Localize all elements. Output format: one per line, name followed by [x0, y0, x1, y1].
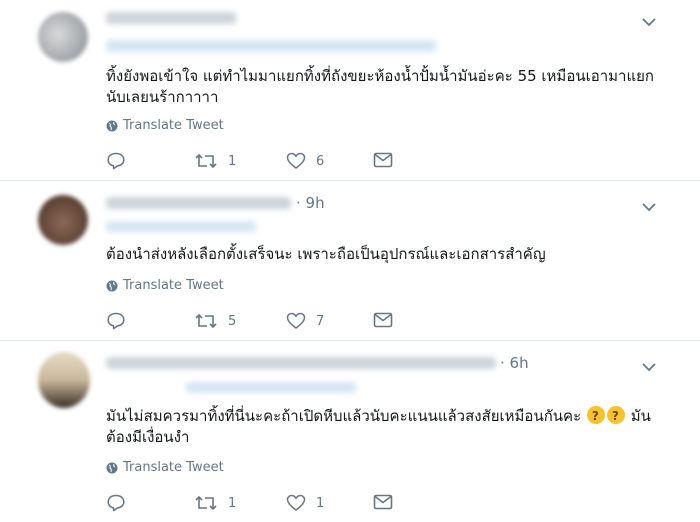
retweet-count: 5 — [228, 313, 237, 329]
blurred-reply-to — [186, 382, 356, 393]
tweet[interactable]: · 9h ต้องนำส่งหลังเลือกตั้งเสร็จนะ เพราะ… — [0, 180, 700, 341]
tweet-text-part-a: มันไม่สมควรมาทิ้งที่นี่นะคะถ้าเปิดหีบแล้… — [106, 407, 582, 425]
thinking-face-icon — [586, 406, 605, 427]
like-button[interactable]: 7 — [286, 311, 324, 331]
reply-button[interactable] — [106, 311, 136, 331]
reply-button[interactable] — [106, 493, 136, 513]
tweet-text: ทิ้งยังพอเข้าใจ แต่ทำไมมาแยกทิ้งที่ถังขย… — [106, 67, 654, 106]
like-count: 6 — [316, 153, 325, 169]
tweet-time[interactable]: · 9h — [296, 194, 325, 212]
retweet-count: 1 — [228, 495, 237, 511]
chevron-down-icon[interactable] — [640, 13, 658, 31]
reply-icon — [107, 494, 125, 512]
heart-icon — [286, 152, 306, 169]
translate-label: Translate Tweet — [123, 460, 224, 475]
like-button[interactable]: 1 — [286, 493, 324, 513]
envelope-icon — [373, 152, 393, 168]
like-button[interactable]: 6 — [286, 151, 324, 171]
blurred-reply-to — [106, 221, 256, 232]
envelope-icon — [373, 312, 393, 328]
tweet-actions: 1 1 — [106, 493, 406, 515]
translate-tweet-link[interactable]: Translate Tweet — [106, 278, 224, 293]
chevron-down-icon[interactable] — [640, 198, 658, 216]
retweet-button[interactable]: 5 — [194, 311, 236, 331]
like-count: 7 — [316, 313, 325, 329]
translate-tweet-link[interactable]: Translate Tweet — [106, 118, 224, 133]
direct-message-button[interactable] — [373, 311, 393, 329]
globe-icon — [106, 120, 118, 131]
globe-icon — [106, 462, 118, 473]
tweet-time[interactable]: · 6h — [500, 354, 529, 372]
avatar[interactable] — [38, 195, 88, 245]
retweet-button[interactable]: 1 — [194, 493, 236, 513]
tweet-text: มันไม่สมควรมาทิ้งที่นี่นะคะถ้าเปิดหีบแล้… — [106, 406, 660, 448]
translate-label: Translate Tweet — [123, 278, 224, 293]
direct-message-button[interactable] — [373, 493, 393, 511]
retweet-icon — [195, 153, 217, 169]
direct-message-button[interactable] — [373, 151, 393, 169]
translate-label: Translate Tweet — [123, 118, 224, 133]
retweet-icon — [195, 495, 217, 511]
retweet-icon — [195, 313, 217, 329]
reply-icon — [107, 152, 125, 170]
tweet[interactable]: ทิ้งยังพอเข้าใจ แต่ทำไมมาแยกทิ้งที่ถังขย… — [0, 0, 700, 181]
heart-icon — [286, 494, 306, 511]
reply-button[interactable] — [106, 151, 136, 171]
retweet-count: 1 — [228, 153, 237, 169]
globe-icon — [106, 280, 118, 291]
chevron-down-icon[interactable] — [640, 358, 658, 376]
tweet[interactable]: · 6h มันไม่สมควรมาทิ้งที่นี่นะคะถ้าเปิดห… — [0, 340, 700, 522]
tweet-actions: 5 7 — [106, 311, 406, 333]
tweet-text: ต้องนำส่งหลังเลือกตั้งเสร็จนะ เพราะถือเป… — [106, 245, 546, 263]
blurred-reply-to — [106, 40, 436, 52]
heart-icon — [286, 312, 306, 329]
avatar[interactable] — [38, 12, 88, 62]
thinking-face-icon — [606, 406, 625, 427]
translate-tweet-link[interactable]: Translate Tweet — [106, 460, 224, 475]
retweet-button[interactable]: 1 — [194, 151, 236, 171]
avatar[interactable] — [38, 352, 90, 408]
blurred-username — [106, 12, 236, 24]
envelope-icon — [373, 494, 393, 510]
blurred-username — [106, 197, 291, 209]
tweet-actions: 1 6 — [106, 151, 406, 173]
reply-icon — [107, 312, 125, 330]
blurred-username — [106, 357, 496, 369]
like-count: 1 — [316, 495, 325, 511]
